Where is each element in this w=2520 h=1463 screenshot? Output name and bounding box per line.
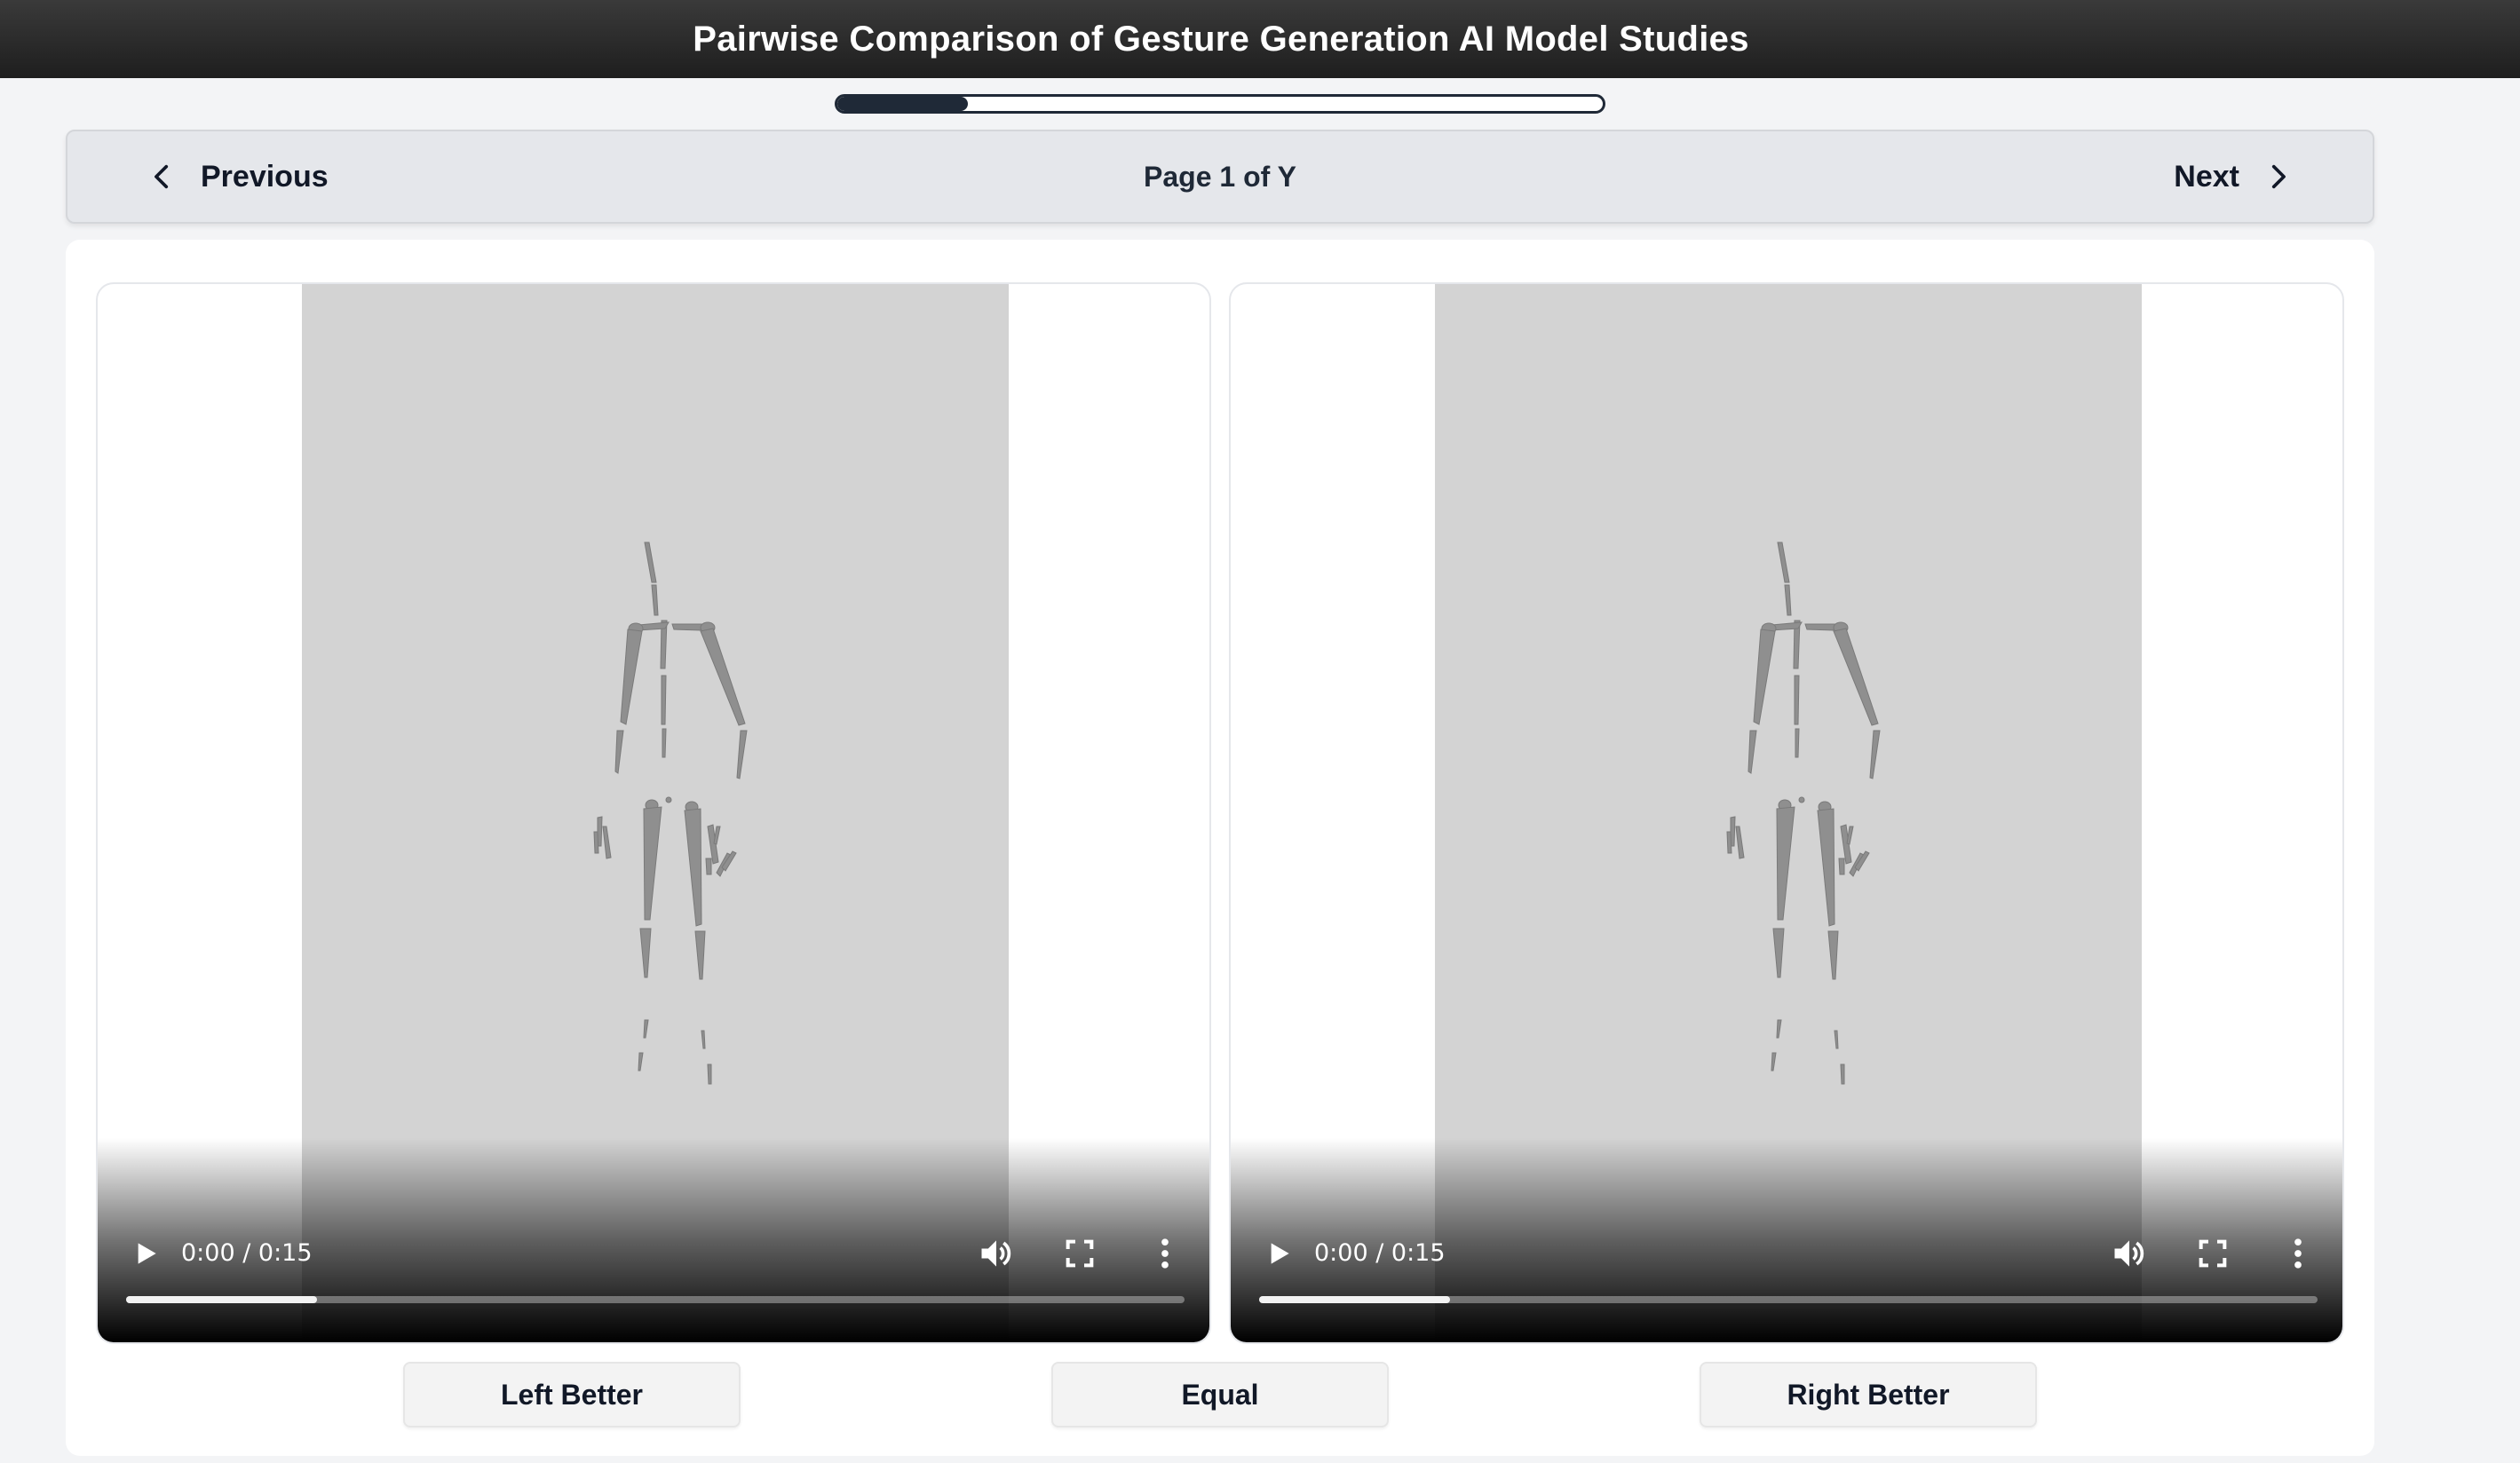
previous-button[interactable]: Previous — [147, 131, 329, 222]
more-vertical-icon[interactable] — [1145, 1234, 1185, 1273]
more-vertical-icon[interactable] — [2278, 1234, 2318, 1273]
page-indicator: Page 1 of Y — [1144, 160, 1296, 193]
left-seek-buffered — [126, 1296, 317, 1303]
left-video-player[interactable]: 0:00 / 0:15 — [96, 282, 1211, 1344]
next-button[interactable]: Next — [2174, 131, 2293, 222]
volume-icon[interactable] — [977, 1234, 1016, 1273]
study-progress-fill — [837, 97, 968, 111]
left-seek-bar[interactable] — [126, 1296, 1185, 1303]
app-header: Pairwise Comparison of Gesture Generatio… — [0, 0, 2520, 78]
study-progress-bar — [835, 94, 1605, 114]
chevron-left-icon — [155, 164, 169, 189]
equal-button[interactable]: Equal — [1051, 1362, 1389, 1427]
volume-icon[interactable] — [2110, 1234, 2149, 1273]
right-better-button[interactable]: Right Better — [1700, 1362, 2037, 1427]
right-video-player[interactable]: 0:00 / 0:15 — [1229, 282, 2344, 1344]
fullscreen-icon[interactable] — [2195, 1236, 2231, 1271]
right-video-controls: 0:00 / 0:15 — [1231, 1218, 2342, 1342]
left-better-button[interactable]: Left Better — [403, 1362, 741, 1427]
right-time-display: 0:00 / 0:15 — [1314, 1239, 1446, 1267]
chevron-right-icon — [2271, 164, 2286, 189]
page-title: Pairwise Comparison of Gesture Generatio… — [693, 19, 1749, 59]
play-icon[interactable] — [1261, 1236, 1296, 1271]
right-seek-bar[interactable] — [1259, 1296, 2318, 1303]
previous-label: Previous — [201, 159, 329, 194]
comparison-card: 0:00 / 0:15 0:00 / 0:15 Left Better Equa… — [66, 240, 2374, 1456]
fullscreen-icon[interactable] — [1062, 1236, 1098, 1271]
left-time-display: 0:00 / 0:15 — [181, 1239, 313, 1267]
next-label: Next — [2174, 159, 2239, 194]
play-icon[interactable] — [128, 1236, 163, 1271]
page-navigation: Previous Page 1 of Y Next — [66, 130, 2374, 224]
left-video-controls: 0:00 / 0:15 — [98, 1218, 1209, 1342]
right-seek-buffered — [1259, 1296, 1450, 1303]
